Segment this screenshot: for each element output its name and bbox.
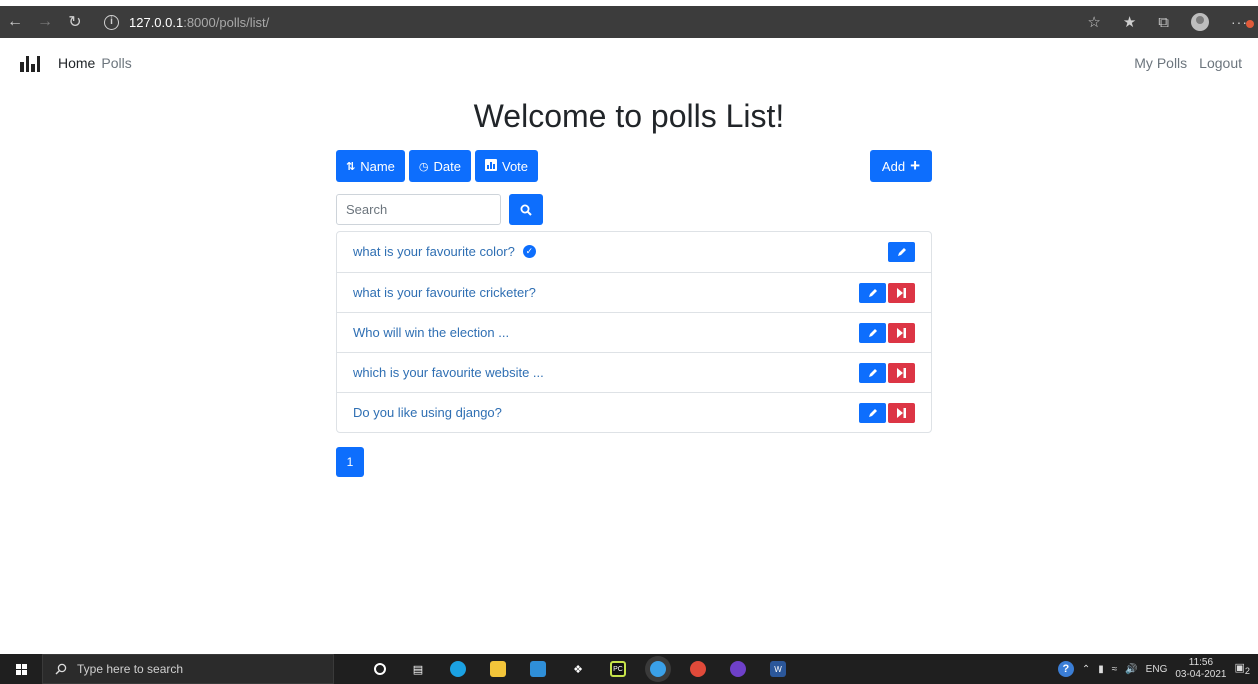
poll-link[interactable]: Do you like using django? [353,405,502,420]
poll-link[interactable]: what is your favourite color? [353,244,515,259]
favorites-icon[interactable]: ★ [1123,13,1136,31]
chevron-up-icon[interactable]: ⌃ [1082,664,1090,675]
pencil-icon [868,328,877,337]
notification-icon[interactable]: ▣2 [1235,661,1251,676]
language-indicator[interactable]: ENG [1146,664,1168,675]
chrome-icon[interactable] [690,661,706,677]
edit-poll-button[interactable] [859,282,886,303]
search-form [336,194,543,225]
pencil-icon [868,408,877,417]
end-poll-button[interactable] [888,362,915,383]
sort-by-name-button[interactable]: ⇅ Name [336,150,405,182]
sort-icon: ⇅ [346,160,356,173]
edit-poll-button[interactable] [859,402,886,423]
address-bar[interactable]: i 127.0.0.1:8000/polls/list/ [104,14,270,30]
nav-link-polls[interactable]: Polls [101,55,131,71]
cortana-icon[interactable] [374,663,386,675]
nav-link-my-polls[interactable]: My Polls [1134,55,1187,71]
pencil-icon [868,288,877,297]
end-poll-button[interactable] [888,282,915,303]
url-host: 127.0.0.1 [129,14,184,30]
sort-toolbar: ⇅ Name ◷ Date Vote Add + [336,150,932,182]
search-button[interactable] [509,194,543,225]
edit-poll-button[interactable] [859,362,886,383]
site-navbar: Home Polls My Polls Logout [0,40,1258,86]
edge-browser-icon[interactable] [450,661,466,677]
poll-item: Who will win the election ... [337,312,931,352]
search-icon [55,663,67,675]
step-forward-icon [897,327,906,338]
github-icon[interactable] [730,661,746,677]
wifi-icon[interactable]: ≈ [1112,664,1118,675]
favorite-star-icon[interactable]: ☆ [1087,13,1100,31]
pagination: 1 [336,447,364,477]
task-view-icon[interactable]: ▤ [410,661,426,677]
poll-item: which is your favourite website ... [337,352,931,392]
step-forward-icon [897,407,906,418]
browser-toolbar: ← → ↻ i 127.0.0.1:8000/polls/list/ ☆ ★ ⧉… [0,6,1258,38]
plus-icon: + [910,156,920,175]
battery-icon[interactable]: ▮ [1098,664,1104,675]
search-input[interactable] [336,194,501,225]
poll-link[interactable]: what is your favourite cricketer? [353,285,536,300]
clock-date: 03-04-2021 [1175,669,1227,680]
forward-icon[interactable]: → [30,7,60,37]
edge-active-icon[interactable] [650,661,666,677]
help-icon[interactable]: ? [1057,661,1074,677]
file-explorer-icon[interactable] [490,661,506,677]
nav-link-home[interactable]: Home [58,55,95,71]
page-title: Welcome to polls List! [473,98,785,134]
back-icon[interactable]: ← [0,7,30,37]
windows-taskbar: Type here to search ▤ ❖ PC W ? ⌃ ▮ ≈ 🔊 E… [0,654,1258,684]
end-poll-button[interactable] [888,322,915,343]
taskbar-search[interactable]: Type here to search [42,654,334,684]
search-icon [520,204,532,216]
poll-item: what is your favourite cricketer? [337,272,931,312]
dropbox-icon[interactable]: ❖ [570,661,586,677]
end-poll-button[interactable] [888,402,915,423]
pencil-icon [868,368,877,377]
windows-start-icon[interactable] [0,663,42,675]
sort-by-date-button[interactable]: ◷ Date [408,150,471,182]
sort-by-vote-button[interactable]: Vote [474,150,539,182]
clock[interactable]: 11:56 03-04-2021 [1175,657,1226,681]
poll-link[interactable]: Who will win the election ... [353,325,509,340]
add-poll-button[interactable]: Add + [869,150,932,182]
notification-count: 2 [1244,666,1250,677]
poll-list: what is your favourite color? ✓ what is y… [336,231,932,433]
bar-chart-icon [484,158,497,174]
clock-icon: ◷ [418,160,429,173]
mail-icon[interactable] [530,661,546,677]
step-forward-icon [897,287,906,298]
sort-by-date-label: Date [433,158,461,174]
system-tray: ? ⌃ ▮ ≈ 🔊 ENG 11:56 03-04-2021 ▣2 [1057,657,1258,681]
word-icon[interactable]: W [770,661,786,677]
step-forward-icon [897,367,906,378]
nav-link-logout[interactable]: Logout [1199,55,1242,71]
volume-icon[interactable]: 🔊 [1125,664,1137,675]
edit-poll-button[interactable] [888,242,915,262]
add-label: Add [881,158,906,174]
edit-poll-button[interactable] [859,322,886,343]
collections-icon[interactable]: ⧉ [1158,14,1169,31]
sort-by-vote-label: Vote [501,158,529,174]
verified-check-icon: ✓ [522,245,536,259]
clock-time: 11:56 [1188,657,1214,668]
profile-avatar-icon[interactable] [1191,13,1209,31]
url-path: :8000/polls/list/ [183,14,270,30]
page-button[interactable]: 1 [336,447,364,477]
poll-link[interactable]: which is your favourite website ... [353,365,544,380]
more-icon[interactable]: ··· [1231,14,1254,30]
poll-item: what is your favourite color? ✓ [337,232,931,272]
taskbar-search-placeholder: Type here to search [77,662,184,676]
brand-logo-icon[interactable] [20,54,40,72]
sort-by-name-label: Name [360,158,395,174]
pencil-icon [897,248,906,256]
info-icon[interactable]: i [104,14,119,30]
poll-item: Do you like using django? [337,392,931,432]
reload-icon[interactable]: ↻ [60,7,90,37]
pycharm-icon[interactable]: PC [610,661,626,677]
